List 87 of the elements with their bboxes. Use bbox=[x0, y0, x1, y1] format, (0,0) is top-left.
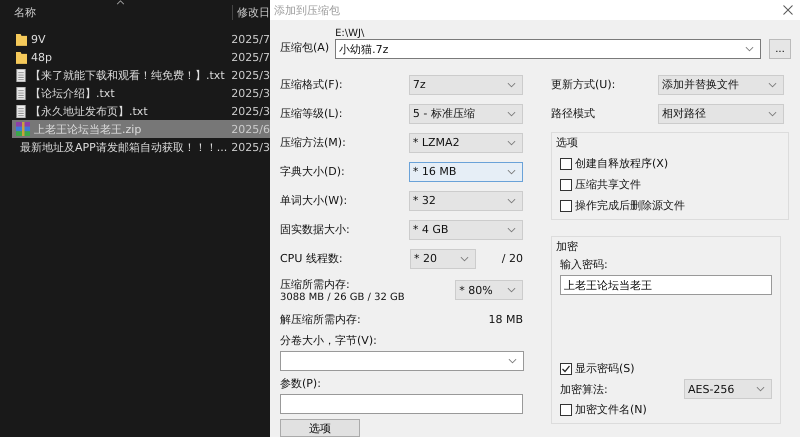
chevron-icon bbox=[460, 256, 469, 262]
checkbox-option[interactable]: 压缩共享文件 bbox=[560, 177, 780, 192]
file-name: 【来了就能下载和观看！纯免费！】.txt bbox=[30, 68, 225, 82]
window-title: 添加到压缩包 bbox=[274, 2, 340, 18]
checkbox-option[interactable]: 显示密码(S) bbox=[560, 361, 772, 376]
group-title: 加密 bbox=[556, 239, 579, 254]
document-icon bbox=[16, 68, 26, 82]
field-label: 输入密码: bbox=[560, 257, 609, 272]
chevron-icon bbox=[507, 168, 516, 174]
chevron-icon bbox=[507, 287, 516, 293]
field-label: 更新方式(U): bbox=[551, 77, 616, 92]
file-row[interactable]: 【论坛介绍】.txt 2025/3 bbox=[12, 84, 270, 102]
file-date: 2025/7 bbox=[230, 32, 270, 46]
file-date: 2025/3 bbox=[230, 140, 270, 154]
file-row[interactable]: 【来了就能下载和观看！纯免费！】.txt 2025/3 bbox=[12, 66, 270, 84]
dropdown[interactable]: AES-256 bbox=[684, 379, 772, 399]
chevron-icon bbox=[507, 226, 516, 232]
dropdown[interactable] bbox=[280, 351, 524, 371]
dropdown[interactable]: 相对路径 bbox=[658, 104, 784, 124]
close-icon[interactable] bbox=[783, 5, 793, 15]
column-header[interactable]: 名称 bbox=[0, 5, 232, 20]
chevron-icon bbox=[507, 198, 516, 204]
archive-name-field[interactable]: 小幼猫.7z bbox=[335, 39, 761, 59]
password-field[interactable]: 上老王论坛当老王 bbox=[560, 275, 772, 295]
folder-icon bbox=[16, 32, 27, 46]
chevron-icon bbox=[768, 110, 777, 116]
field-label: 单词大小(W): bbox=[280, 193, 348, 208]
file-name: 上老王论坛当老王.zip bbox=[34, 122, 142, 136]
dropdown[interactable]: * 20 bbox=[410, 248, 476, 268]
thread-total: / 20 bbox=[502, 252, 523, 265]
dropdown[interactable]: 7z bbox=[408, 74, 523, 94]
chevron-icon bbox=[507, 82, 516, 88]
chevron-icon bbox=[756, 386, 765, 392]
chevron-icon bbox=[508, 358, 517, 364]
options-button[interactable]: 选项 bbox=[280, 419, 360, 437]
file-name: 9V bbox=[31, 32, 46, 46]
file-name: 48p bbox=[31, 50, 52, 64]
dropdown[interactable]: 添加并替换文件 bbox=[658, 74, 784, 94]
file-name: 【论坛介绍】.txt bbox=[30, 86, 115, 100]
input-field[interactable] bbox=[280, 394, 523, 414]
dropdown[interactable]: * 32 bbox=[408, 190, 523, 210]
field-label: 路径模式 bbox=[551, 106, 596, 121]
dropdown[interactable]: 5 - 标准压缩 bbox=[408, 104, 523, 124]
document-icon bbox=[16, 104, 26, 118]
dropdown[interactable]: * 4 GB bbox=[408, 220, 523, 240]
file-date: 2025/7 bbox=[230, 50, 270, 64]
checkbox-option[interactable]: 加密文件名(N) bbox=[560, 402, 772, 417]
field-label: 分卷大小，字节(V): bbox=[280, 333, 378, 348]
archive-path: E:\WJ\ bbox=[335, 28, 366, 39]
field-label: 压缩所需内存: bbox=[280, 277, 351, 292]
file-date: 2025/6 bbox=[230, 122, 270, 136]
file-row[interactable]: 9V 2025/7 bbox=[12, 30, 270, 48]
file-date: 2025/3 bbox=[230, 104, 270, 118]
chevron-icon bbox=[745, 46, 754, 52]
field-label: 压缩包(A) bbox=[280, 40, 330, 56]
checkbox-option[interactable]: 操作完成后删除源文件 bbox=[560, 198, 780, 213]
field-label: 加密算法: bbox=[560, 382, 608, 396]
chevron-icon bbox=[768, 82, 777, 88]
file-name: 最新地址及APP请发邮箱自动获取！！！.... bbox=[20, 140, 228, 154]
memory-usage: 3088 MB / 26 GB / 32 GB bbox=[280, 292, 406, 303]
field-label: 字典大小(D): bbox=[280, 164, 346, 179]
file-row[interactable]: 最新地址及APP请发邮箱自动获取！！！....2025/3 bbox=[12, 138, 270, 156]
field-label: 压缩方法(M): bbox=[280, 135, 347, 150]
field-label: 解压缩所需内存: bbox=[280, 312, 361, 326]
field-label: 参数(P): bbox=[280, 376, 322, 391]
field-label: 压缩格式(F): bbox=[280, 77, 344, 92]
archive-icon bbox=[16, 122, 30, 136]
file-date: 2025/3 bbox=[230, 68, 270, 82]
checkbox-option[interactable]: 创建自释放程序(X) bbox=[560, 156, 780, 171]
field-label: 固实数据大小: bbox=[280, 222, 351, 237]
browse-button[interactable]: ... bbox=[769, 39, 791, 59]
dropdown[interactable]: * 16 MB bbox=[408, 162, 523, 182]
file-row[interactable]: 【永久地址发布页】.txt 2025/3 bbox=[12, 102, 270, 120]
memory-value: 18 MB bbox=[488, 312, 523, 326]
document-icon bbox=[16, 86, 26, 100]
chevron-icon bbox=[507, 110, 516, 116]
file-row[interactable]: 48p 2025/7 bbox=[12, 48, 270, 66]
file-name: 【永久地址发布页】.txt bbox=[30, 104, 148, 118]
chevron-icon bbox=[507, 140, 516, 146]
field-label: CPU 线程数: bbox=[280, 251, 344, 266]
dropdown[interactable]: * 80% bbox=[455, 280, 523, 300]
file-date: 2025/3 bbox=[230, 86, 270, 100]
checkmark-icon bbox=[561, 364, 571, 374]
group-title: 选项 bbox=[556, 135, 579, 150]
folder-icon bbox=[16, 50, 27, 64]
field-label: 压缩等级(L): bbox=[280, 106, 344, 121]
dropdown[interactable]: * LZMA2 bbox=[408, 132, 523, 152]
